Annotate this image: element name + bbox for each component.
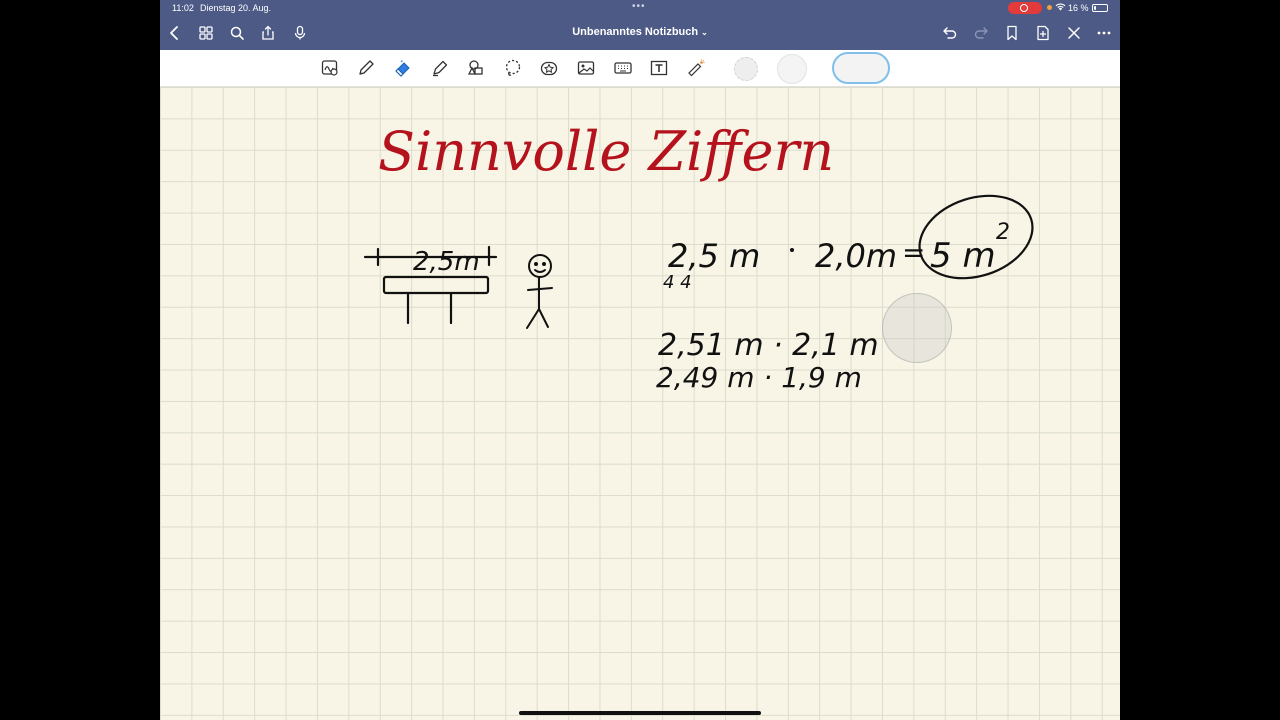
thumbnails-grid-icon[interactable] [195,22,217,44]
shapes-tool-icon[interactable] [464,56,488,80]
equation-result: 5 m [930,236,996,276]
bench-length-label: 2,5m [413,247,480,277]
equation-line-2: 2,51 m · 2,1 m [658,328,879,363]
text-box-tool-icon[interactable] [647,56,671,80]
bookmark-icon[interactable] [1001,22,1023,44]
notebook-title: Unbenanntes Notizbuch [572,26,699,38]
home-indicator[interactable] [519,711,761,715]
color-swatch-2[interactable] [777,54,807,84]
highlighter-tool-icon[interactable] [428,56,452,80]
handwriting-layer: Sinnvolle Ziffern 2,5m 2,5 m 4 4 2,0m = … [363,120,1034,394]
multiply-dot [790,248,794,252]
microphone-icon[interactable] [289,22,311,44]
redo-icon[interactable] [970,22,992,44]
equation-factor-a: 2,5 m [668,237,760,275]
equation-line-3: 2,49 m · 1,9 m [656,361,862,394]
screen-recording-indicator[interactable] [1008,2,1042,14]
status-time: 11:02 [172,3,194,13]
equals-sign: = [902,236,925,269]
status-bar: 11:02 Dienstag 20. Aug. ••• 16 % [160,0,1120,16]
touch-pointer-indicator [882,293,952,363]
sticker-tool-icon[interactable] [537,56,561,80]
record-icon [1020,4,1028,12]
notebook-title-menu[interactable]: Unbenanntes Notizbuch ⌄ [540,26,740,38]
battery-icon [1092,4,1108,12]
tablet-screen: 11:02 Dienstag 20. Aug. ••• 16 % Unbenan… [160,0,1120,720]
lasso-text-tool-icon[interactable] [318,56,342,80]
pen-tool-icon[interactable] [354,56,378,80]
chevron-down-icon: ⌄ [701,28,708,37]
battery-level [1094,6,1096,10]
image-tool-icon[interactable] [574,56,598,80]
more-options-icon[interactable] [1093,22,1115,44]
drawing-toolbar [160,50,1120,87]
lasso-tool-icon[interactable] [501,56,525,80]
eraser-tool-icon[interactable] [391,56,415,80]
search-icon[interactable] [226,22,248,44]
equation-factor-b: 2,0m [815,237,897,275]
keyboard-tool-icon[interactable] [611,56,635,80]
back-icon[interactable] [164,22,186,44]
undo-icon[interactable] [939,22,961,44]
close-icon[interactable] [1063,22,1085,44]
color-swatch-1[interactable] [734,57,758,81]
laser-pointer-tool-icon[interactable] [684,56,708,80]
navigation-bar: Unbenanntes Notizbuch ⌄ [160,16,1120,50]
battery-percent: 16 % [1068,3,1089,13]
wifi-icon [1055,2,1066,13]
stick-figure-sketch [526,254,553,329]
title-handwriting: Sinnvolle Ziffern [378,120,834,183]
multitasking-dots-icon[interactable]: ••• [632,1,646,12]
notebook-page-canvas[interactable]: Sinnvolle Ziffern 2,51 m · 2,1 m 2,49 m … [160,87,1120,720]
result-exponent: 2 [996,220,1010,245]
add-page-icon[interactable] [1032,22,1054,44]
significant-digit-marks: 4 4 [663,272,692,293]
status-date: Dienstag 20. Aug. [200,3,272,13]
share-icon[interactable] [257,22,279,44]
selected-stroke-size[interactable] [832,52,890,84]
microphone-indicator-icon [1047,5,1052,10]
